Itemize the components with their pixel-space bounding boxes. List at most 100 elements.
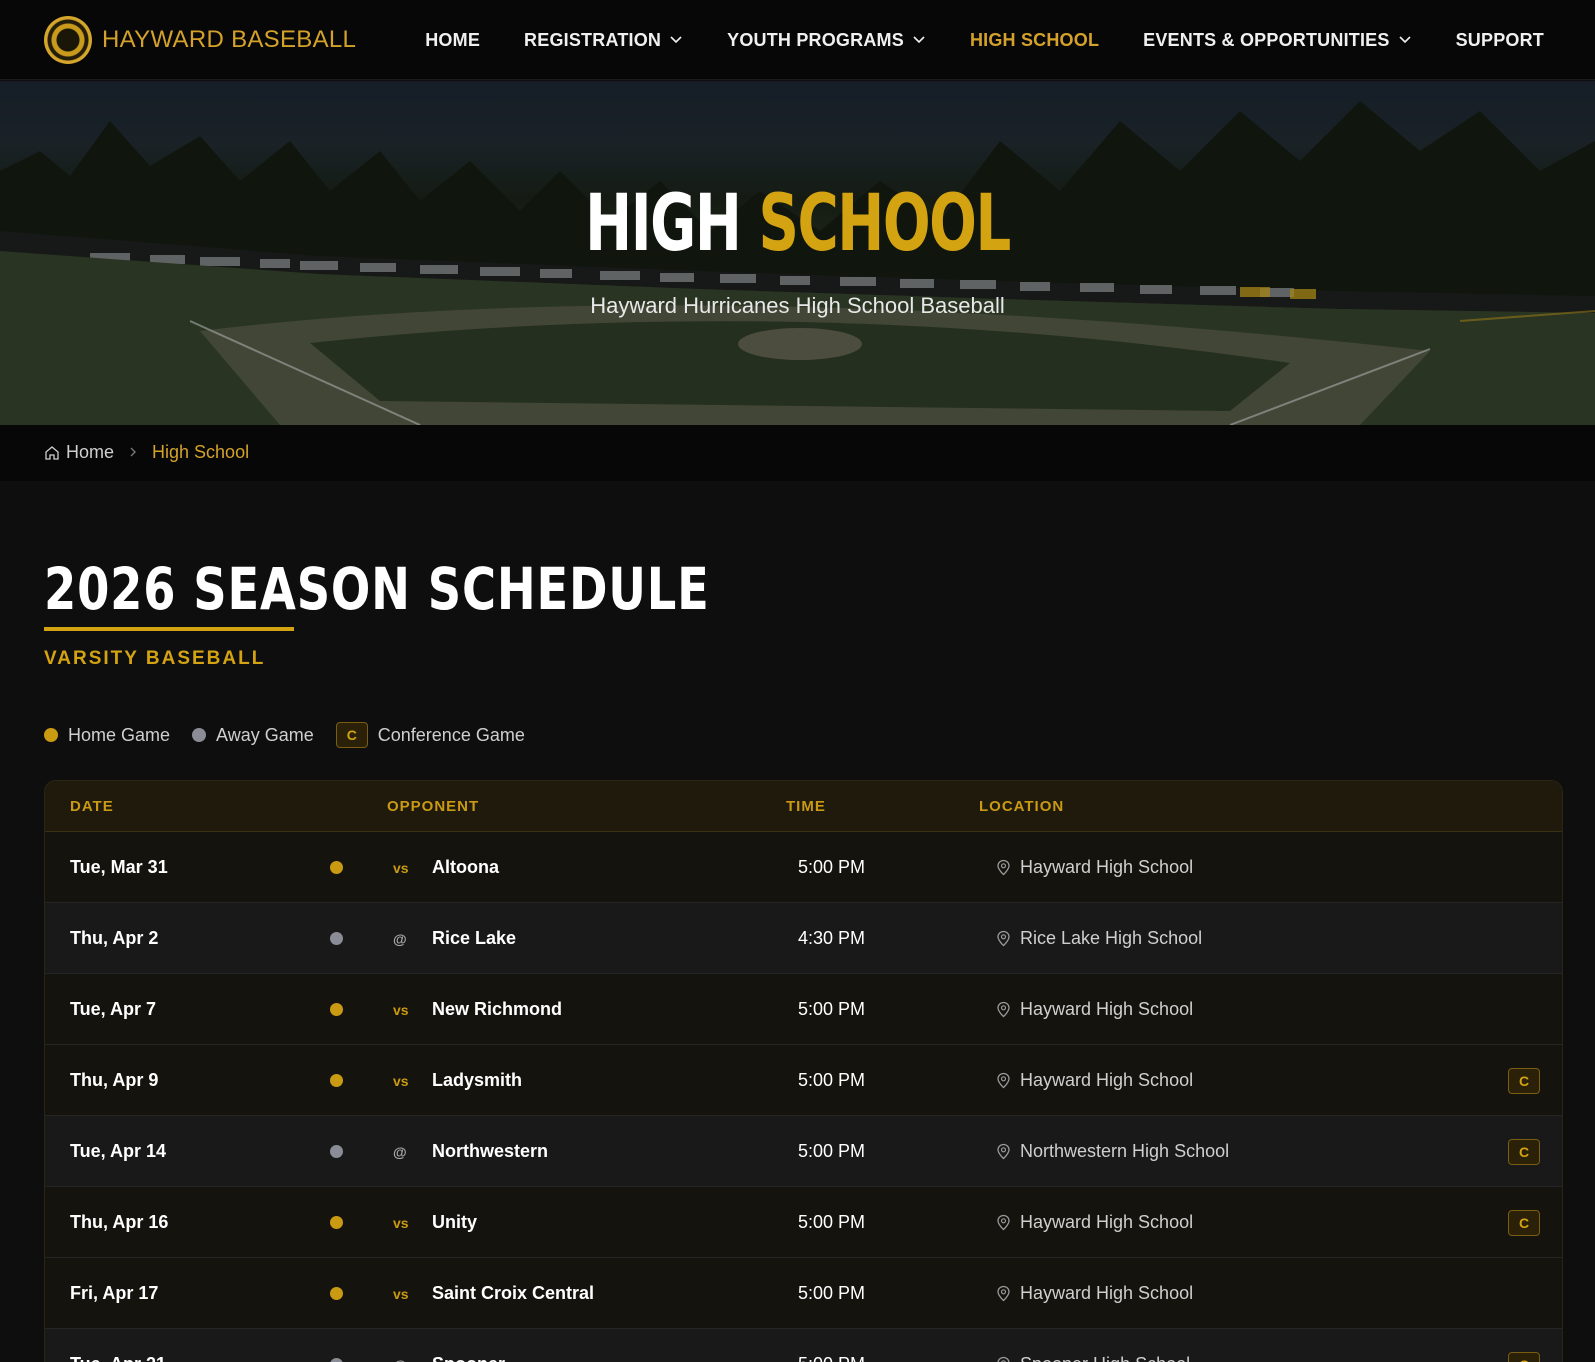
column-header-location: LOCATION <box>979 798 1065 815</box>
game-time: 5:00 PM <box>798 857 866 877</box>
game-date: Tue, Apr 7 <box>70 999 157 1019</box>
game-type-indicator <box>330 832 343 903</box>
game-location-label: Hayward High School <box>1020 1070 1194 1090</box>
game-location: Hayward High School <box>996 974 1193 1045</box>
map-pin-icon <box>997 859 1010 876</box>
game-location: Hayward High School <box>996 1045 1193 1116</box>
nav-item-label: REGISTRATION <box>524 29 662 50</box>
game-date: Thu, Apr 2 <box>70 928 159 948</box>
table-row[interactable]: Thu, Apr 2 @ Rice Lake 4:30 PM Rice Lake Hig… <box>45 903 1562 974</box>
hero-title-part2: SCHOOL <box>758 179 1012 269</box>
game-time: 5:00 PM <box>798 1212 866 1232</box>
top-navigation: HAYWARD BASEBALL HOME REGISTRATION YOUTH… <box>0 0 1595 80</box>
game-date: Tue, Apr 14 <box>70 1141 167 1161</box>
nav-item-registration[interactable]: REGISTRATION <box>524 30 683 51</box>
schedule-subtitle: VARSITY BASEBALL <box>44 648 266 669</box>
game-conference: C <box>1508 1116 1540 1187</box>
map-pin-icon <box>997 1214 1010 1231</box>
game-time: 5:00 PM <box>798 1070 866 1090</box>
game-location-label: Spooner High School <box>1020 1354 1190 1362</box>
nav-item-support[interactable]: SUPPORT <box>1456 30 1544 51</box>
chevron-down-icon <box>1399 36 1411 44</box>
game-prefix: @ <box>393 1143 407 1160</box>
nav-item-label: HOME <box>425 29 481 50</box>
game-conference: C <box>1508 1045 1540 1116</box>
nav-item-label: EVENTS & OPPORTUNITIES <box>1143 29 1390 50</box>
game-prefix: vs <box>393 1285 409 1302</box>
breadcrumb: Home High School <box>44 442 249 463</box>
home-dot-icon <box>330 1003 343 1016</box>
game-conference: C <box>1508 1329 1540 1362</box>
brand-name: HAYWARD BASEBALL <box>102 26 357 53</box>
game-location-label: Hayward High School <box>1020 1212 1194 1232</box>
hero-banner: HIGH SCHOOL Hayward Hurricanes High Scho… <box>0 81 1595 425</box>
column-header-opponent: OPPONENT <box>387 798 480 815</box>
game-location: Hayward High School <box>996 1258 1193 1329</box>
game-opponent: Saint Croix Central <box>432 1283 595 1303</box>
game-prefix: @ <box>393 930 407 947</box>
table-row[interactable]: Tue, Mar 31 vs Altoona 5:00 PM Hayward High … <box>45 832 1562 903</box>
legend-away: Away Game <box>192 725 314 746</box>
legend-home-label: Home Game <box>68 724 171 745</box>
brand-link[interactable]: HAYWARD BASEBALL <box>44 16 356 64</box>
table-row[interactable]: Fri, Apr 17 vs Saint Croix Central 5:00 PM H… <box>45 1258 1562 1329</box>
game-prefix: vs <box>393 1001 409 1018</box>
column-header-date: DATE <box>70 798 114 815</box>
home-icon <box>45 445 59 460</box>
conference-badge: C <box>1508 1067 1540 1094</box>
nav-item-home[interactable]: HOME <box>425 30 480 51</box>
game-opponent: Spooner <box>432 1329 505 1362</box>
table-row[interactable]: Tue, Apr 14 @ Northwestern 5:00 PM Northwest… <box>45 1116 1562 1187</box>
game-location-label: Rice Lake High School <box>1020 928 1203 948</box>
game-opponent: New Richmond <box>432 999 563 1019</box>
nav-item-youth-programs[interactable]: YOUTH PROGRAMS <box>727 30 926 51</box>
game-date: Fri, Apr 17 <box>70 1283 159 1303</box>
table-row[interactable]: Tue, Apr 21 @ Spooner 5:00 PM Spooner High S… <box>45 1329 1562 1362</box>
game-type-indicator <box>330 1116 343 1187</box>
game-location: Hayward High School <box>996 832 1193 903</box>
legend-home: Home Game <box>44 725 170 746</box>
game-opponent: Rice Lake <box>432 928 517 948</box>
game-opponent: Unity <box>432 1212 477 1232</box>
map-pin-icon <box>997 930 1010 947</box>
table-header: DATE OPPONENT TIME LOCATION <box>45 781 1562 832</box>
table-row[interactable]: Thu, Apr 16 vs Unity 5:00 PM Hayward High Sc… <box>45 1187 1562 1258</box>
game-location-label: Hayward High School <box>1020 1283 1194 1303</box>
game-prefix: vs <box>393 1214 409 1231</box>
conference-badge: C <box>1508 1138 1540 1165</box>
table-row[interactable]: Tue, Apr 7 vs New Richmond 5:00 PM Hayward H… <box>45 974 1562 1045</box>
map-pin-icon <box>997 1001 1010 1018</box>
home-dot-icon <box>44 728 58 742</box>
home-dot-icon <box>330 1287 343 1300</box>
breadcrumb-home[interactable]: Home <box>44 442 114 463</box>
chevron-right-icon <box>128 442 138 463</box>
game-date: Thu, Apr 9 <box>70 1070 159 1090</box>
breadcrumb-current: High School <box>152 442 250 462</box>
game-location-label: Northwestern High School <box>1020 1141 1230 1161</box>
game-prefix: vs <box>393 1072 409 1089</box>
nav-item-high-school[interactable]: HIGH SCHOOL <box>970 30 1099 51</box>
conference-badge: C <box>1508 1209 1540 1236</box>
table-row[interactable]: Thu, Apr 9 vs Ladysmith 5:00 PM Hayward High… <box>45 1045 1562 1116</box>
game-type-indicator <box>330 974 343 1045</box>
game-location: Spooner High School <box>996 1329 1190 1362</box>
nav-item-label: HIGH SCHOOL <box>969 29 1100 50</box>
away-dot-icon <box>330 1358 343 1362</box>
away-dot-icon <box>330 1145 343 1158</box>
game-time: 4:30 PM <box>798 928 866 948</box>
legend-conference-label: Conference Game <box>377 724 525 745</box>
column-header-time: TIME <box>786 798 826 815</box>
hurricanes-logo-icon <box>44 16 92 64</box>
game-time: 5:00 PM <box>798 999 866 1019</box>
schedule-table: DATE OPPONENT TIME LOCATION Tue, Mar 31 v… <box>44 780 1563 1362</box>
hero-title: HIGH SCHOOL <box>223 179 1371 269</box>
game-location: Rice Lake High School <box>996 903 1202 974</box>
nav-item-events-opportunities[interactable]: EVENTS & OPPORTUNITIES <box>1143 30 1411 51</box>
main-menu: HOME REGISTRATION YOUTH PROGRAMS HIGH SC… <box>381 0 1544 80</box>
map-pin-icon <box>997 1072 1010 1089</box>
game-location: Hayward High School <box>996 1187 1193 1258</box>
game-type-indicator <box>330 1258 343 1329</box>
game-prefix: vs <box>393 859 409 876</box>
game-time: 5:00 PM <box>798 1283 866 1303</box>
hero-title-part1: HIGH <box>585 179 742 269</box>
